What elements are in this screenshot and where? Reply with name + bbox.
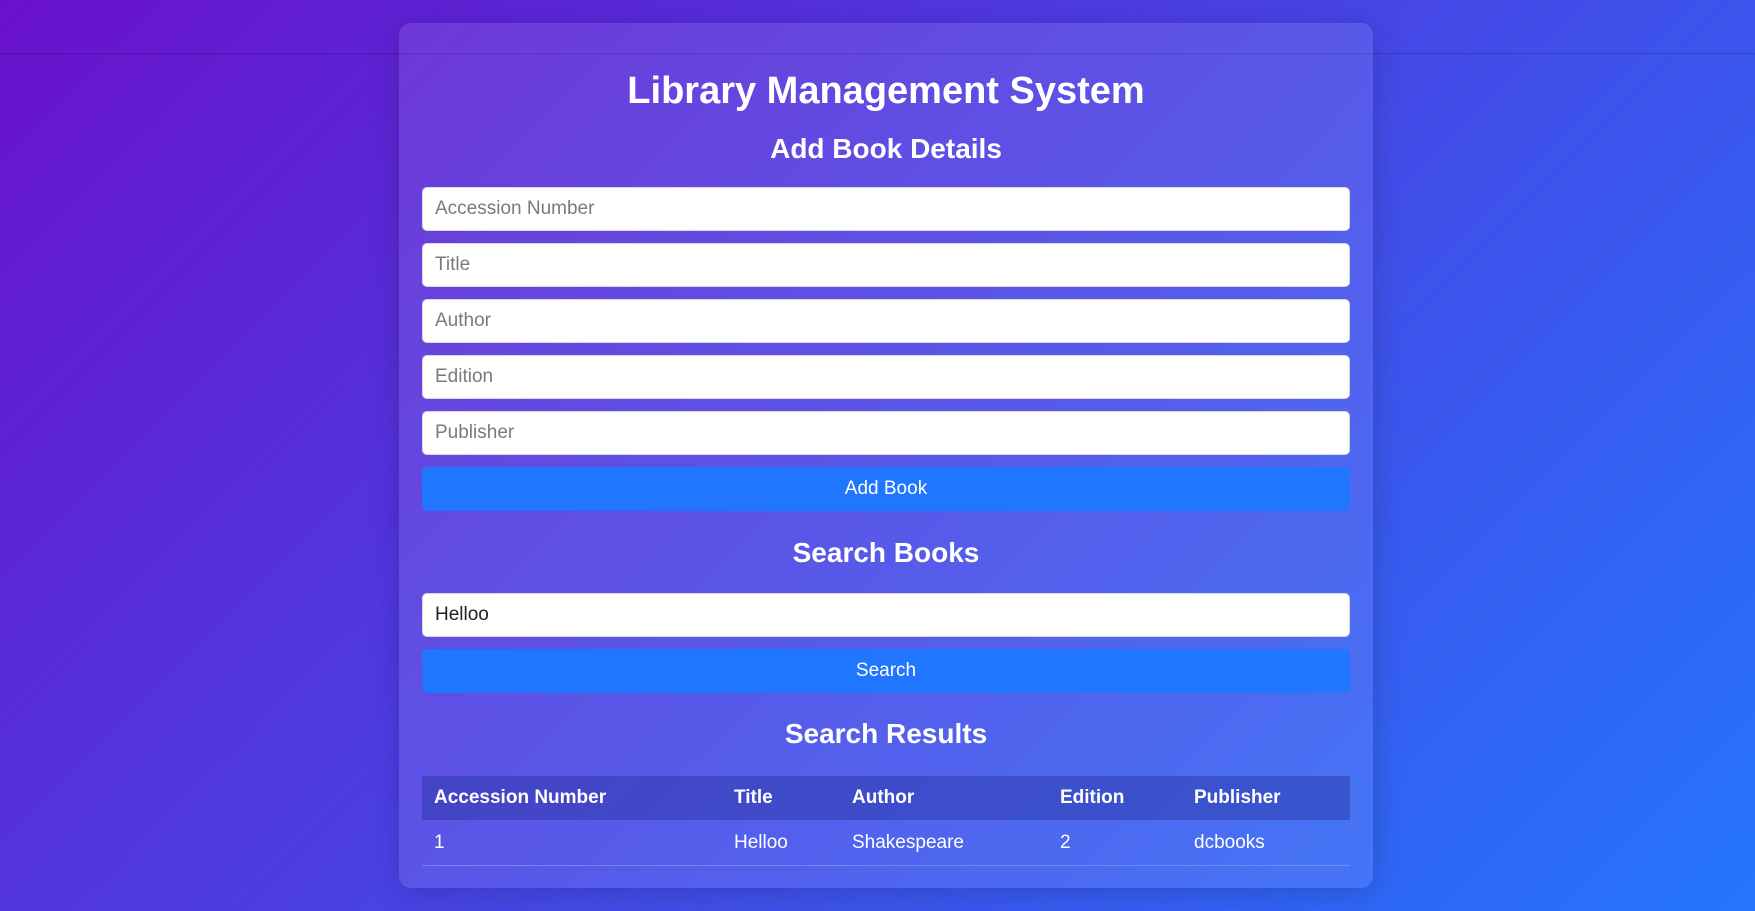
table-header-row: Accession Number Title Author Edition Pu…	[422, 776, 1350, 820]
column-header-publisher: Publisher	[1194, 787, 1281, 808]
column-header-accession: Accession Number	[434, 787, 607, 808]
edition-field[interactable]	[422, 355, 1350, 399]
search-form: Search	[422, 593, 1350, 693]
search-results-heading: Search Results	[784, 718, 988, 749]
search-input[interactable]	[422, 593, 1350, 637]
cell-title: Helloo	[722, 820, 840, 866]
author-field[interactable]	[422, 299, 1350, 343]
accession-number-field[interactable]	[422, 187, 1350, 231]
page-title: Library Management System	[627, 70, 1145, 112]
add-book-heading: Add Book Details	[770, 133, 1002, 164]
results-table: Accession Number Title Author Edition Pu…	[422, 776, 1350, 866]
column-header-title: Title	[734, 787, 773, 808]
column-header-edition: Edition	[1060, 787, 1125, 808]
table-row: 1 Helloo Shakespeare 2 dcbooks	[422, 820, 1350, 866]
search-books-heading: Search Books	[792, 537, 980, 568]
add-book-button[interactable]: Add Book	[422, 467, 1350, 511]
cell-publisher: dcbooks	[1182, 820, 1350, 866]
cell-edition: 2	[1048, 820, 1182, 866]
cell-author: Shakespeare	[840, 820, 1048, 866]
publisher-field[interactable]	[422, 411, 1350, 455]
column-header-author: Author	[852, 787, 915, 808]
main-panel: Library Management System Add Book Detai…	[399, 23, 1373, 888]
cell-accession: 1	[422, 820, 722, 866]
title-field[interactable]	[422, 243, 1350, 287]
search-button[interactable]: Search	[422, 649, 1350, 693]
add-book-form: Add Book	[422, 187, 1350, 511]
